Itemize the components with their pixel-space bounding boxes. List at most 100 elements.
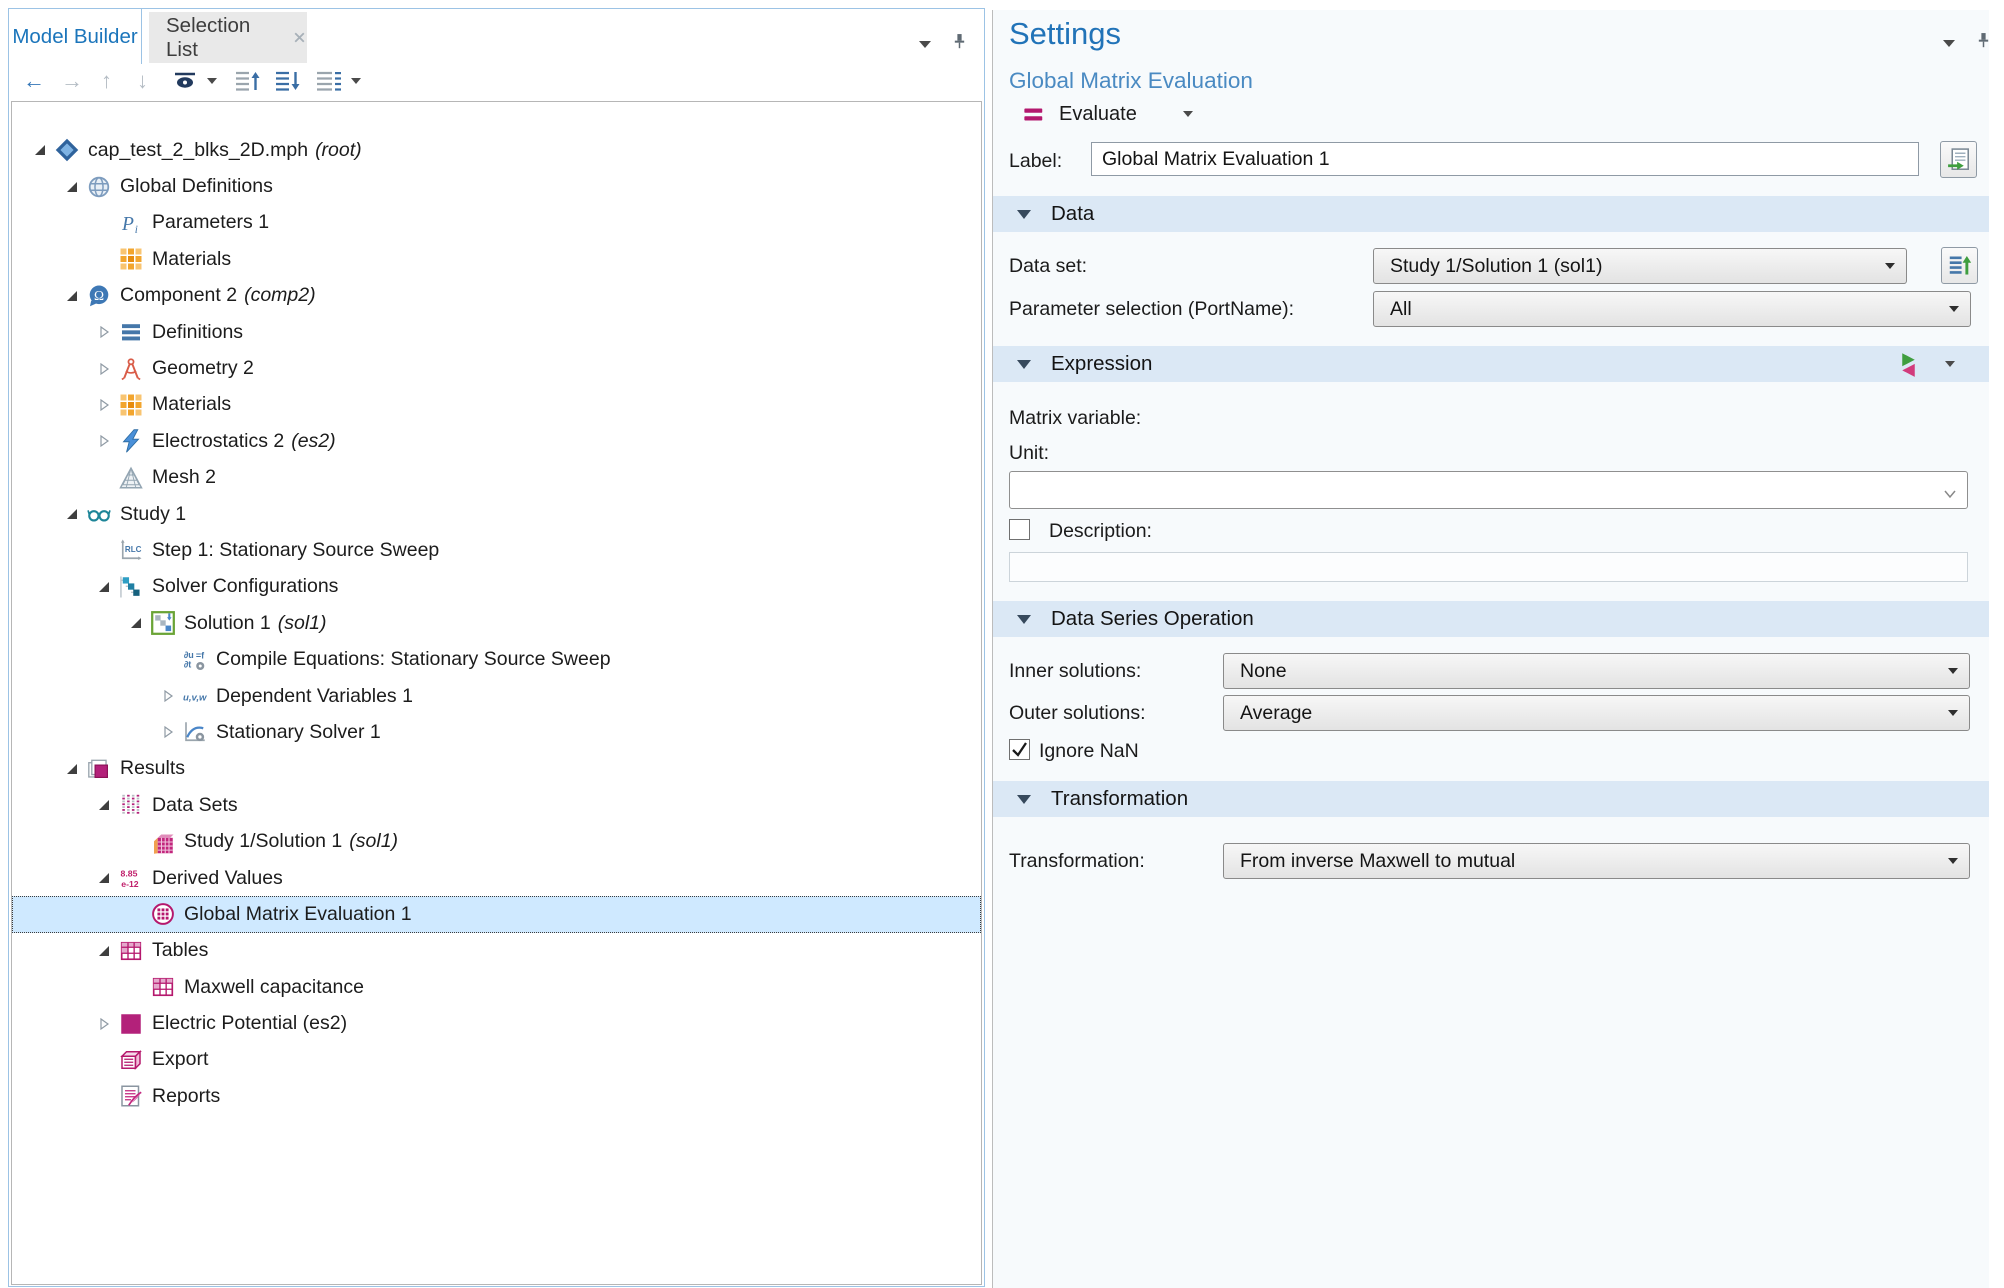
section-header-transformation[interactable]: Transformation xyxy=(993,781,1989,817)
ignore-nan-checkbox[interactable] xyxy=(1009,739,1030,760)
outer-solutions-chevron-down-icon xyxy=(1948,710,1958,716)
tree-item-dependent-variables-1[interactable]: u,v,wDependent Variables 1 xyxy=(12,678,981,714)
move-down-icon[interactable]: ↓ xyxy=(137,66,148,96)
node-text-menu-chevron-down-icon[interactable] xyxy=(351,78,361,84)
global-definitions-icon xyxy=(87,175,111,199)
collapse-tree-icon[interactable] xyxy=(96,870,112,886)
tree-item-materials[interactable]: Materials xyxy=(12,241,981,277)
unit-chevron-down-icon[interactable] xyxy=(1943,486,1957,504)
parameter-selection-select[interactable]: All xyxy=(1373,291,1971,327)
collapse-tree-icon[interactable] xyxy=(128,615,144,631)
collapse-tree-icon[interactable] xyxy=(64,761,80,777)
section-header-data-series-operation[interactable]: Data Series Operation xyxy=(993,601,1989,637)
pin-icon[interactable] xyxy=(951,33,968,55)
solution-dataset-icon xyxy=(151,830,175,854)
tab-selection-list-label: Selection List xyxy=(166,14,278,62)
unit-combobox[interactable] xyxy=(1009,471,1968,509)
evaluate-button[interactable]: Evaluate xyxy=(1023,100,1193,128)
settings-menu-chevron-down-icon[interactable] xyxy=(1943,40,1955,47)
collapse-tree-icon[interactable] xyxy=(64,506,80,522)
tree-item-derived-values[interactable]: 8.85e-12Derived Values xyxy=(12,860,981,896)
tree-item-global-matrix-evaluation-1[interactable]: Global Matrix Evaluation 1 xyxy=(12,896,981,932)
tree-item-component-2[interactable]: ΩComponent 2(comp2) xyxy=(12,278,981,314)
dataset-select[interactable]: Study 1/Solution 1 (sol1) xyxy=(1373,248,1907,284)
electric-potential-icon xyxy=(119,1012,143,1036)
tree-item-suffix: (sol1) xyxy=(349,830,398,853)
section-header-data[interactable]: Data xyxy=(993,196,1989,232)
tree-item-definitions[interactable]: Definitions xyxy=(12,314,981,350)
tree-item-compile-equations-stationary-source-sweep[interactable]: ∂u=f∂tCompile Equations: Stationary Sour… xyxy=(12,641,981,677)
expander-spacer xyxy=(96,470,112,486)
component-icon: Ω xyxy=(87,284,111,308)
section-header-expression[interactable]: Expression xyxy=(993,346,1989,382)
model-tree-node-text-icon[interactable] xyxy=(316,70,342,92)
tree-item-electrostatics-2[interactable]: Electrostatics 2(es2) xyxy=(12,423,981,459)
tree-item-mesh-2[interactable]: Mesh 2 xyxy=(12,460,981,496)
label-input[interactable] xyxy=(1091,142,1919,176)
expression-menu-chevron-down-icon[interactable] xyxy=(1945,361,1955,367)
tree-item-reports[interactable]: Reports xyxy=(12,1078,981,1114)
rename-reference-button[interactable] xyxy=(1940,141,1977,178)
tree-item-cap-test-2-blks-2d-mph[interactable]: cap_test_2_blks_2D.mph(root) xyxy=(12,132,981,168)
dataset-label: Data set: xyxy=(1009,255,1087,278)
inner-solutions-select[interactable]: None xyxy=(1223,653,1970,689)
close-icon[interactable] xyxy=(292,30,307,45)
collapse-tree-icon[interactable] xyxy=(96,579,112,595)
tree-item-solver-configurations[interactable]: Solver Configurations xyxy=(12,569,981,605)
data-sets-icon xyxy=(119,793,143,817)
tree-item-stationary-solver-1[interactable]: Stationary Solver 1 xyxy=(12,714,981,750)
tree-item-materials[interactable]: Materials xyxy=(12,387,981,423)
tree-item-parameters-1[interactable]: PiParameters 1 xyxy=(12,205,981,241)
collapse-tree-icon[interactable] xyxy=(96,943,112,959)
evaluate-plot-icon[interactable] xyxy=(1896,352,1921,382)
collapse-all-icon[interactable] xyxy=(275,70,301,92)
tree-item-global-definitions[interactable]: Global Definitions xyxy=(12,168,981,204)
move-up-icon[interactable]: ↑ xyxy=(101,66,112,96)
expand-tree-icon[interactable] xyxy=(160,688,176,704)
expand-tree-icon[interactable] xyxy=(96,324,112,340)
panel-menu-chevron-down-icon[interactable] xyxy=(919,41,931,48)
expand-tree-icon[interactable] xyxy=(96,397,112,413)
go-to-source-button[interactable] xyxy=(1941,247,1978,284)
show-menu-chevron-down-icon[interactable] xyxy=(207,78,217,84)
tree-item-suffix: (es2) xyxy=(291,430,335,453)
tree-item-maxwell-capacitance[interactable]: Maxwell capacitance xyxy=(12,969,981,1005)
tree-item-tables[interactable]: Tables xyxy=(12,933,981,969)
tree-item-data-sets[interactable]: Data Sets xyxy=(12,787,981,823)
collapse-tree-icon[interactable] xyxy=(64,179,80,195)
collapse-tree-icon[interactable] xyxy=(32,142,48,158)
tree-item-study-1[interactable]: Study 1 xyxy=(12,496,981,532)
stationary-solver-icon xyxy=(183,720,207,744)
back-icon[interactable]: ← xyxy=(23,66,45,96)
tab-selection-list[interactable]: Selection List xyxy=(149,12,307,63)
collapse-tree-icon[interactable] xyxy=(96,797,112,813)
outer-solutions-select[interactable]: Average xyxy=(1223,695,1970,731)
evaluate-button-label: Evaluate xyxy=(1059,103,1137,126)
description-checkbox[interactable] xyxy=(1009,519,1030,540)
tree-item-geometry-2[interactable]: Geometry 2 xyxy=(12,350,981,386)
tree-item-electric-potential-es2[interactable]: Electric Potential (es2) xyxy=(12,1005,981,1041)
electrostatics-icon xyxy=(119,429,143,453)
expand-tree-icon[interactable] xyxy=(96,361,112,377)
svg-text:P: P xyxy=(121,214,134,235)
tab-model-builder[interactable]: Model Builder xyxy=(8,8,142,64)
collapse-tree-icon[interactable] xyxy=(64,288,80,304)
pin-icon[interactable] xyxy=(1975,32,1992,54)
tree-item-label: Maxwell capacitance xyxy=(184,976,364,999)
forward-icon[interactable]: → xyxy=(61,66,83,96)
transformation-select[interactable]: From inverse Maxwell to mutual xyxy=(1223,843,1970,879)
tree-item-results[interactable]: Results xyxy=(12,751,981,787)
tree-item-step-1-stationary-source-sweep[interactable]: RLCStep 1: Stationary Source Sweep xyxy=(12,532,981,568)
expander-spacer xyxy=(128,906,144,922)
expand-tree-icon[interactable] xyxy=(96,433,112,449)
expander-spacer xyxy=(96,542,112,558)
tree-item-label: Parameters 1 xyxy=(152,211,269,234)
tree-item-export[interactable]: Export xyxy=(12,1042,981,1078)
tree-item-study-1-solution-1[interactable]: Study 1/Solution 1(sol1) xyxy=(12,823,981,859)
evaluate-menu-chevron-down-icon[interactable] xyxy=(1183,111,1193,117)
tree-item-solution-1[interactable]: Solution 1(sol1) xyxy=(12,605,981,641)
expand-all-icon[interactable] xyxy=(235,70,261,92)
expand-tree-icon[interactable] xyxy=(160,724,176,740)
show-icon[interactable] xyxy=(173,71,197,89)
expand-tree-icon[interactable] xyxy=(96,1016,112,1032)
